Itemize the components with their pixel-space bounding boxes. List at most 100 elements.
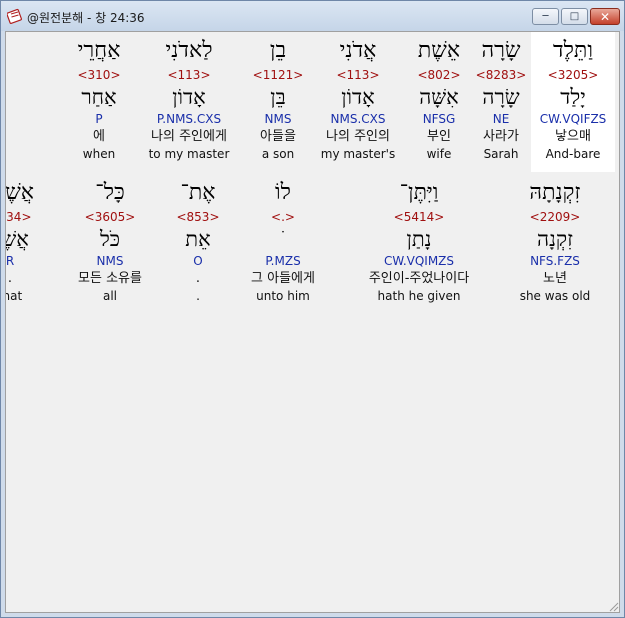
bible-book-icon bbox=[7, 8, 23, 24]
english-gloss: my master's bbox=[320, 147, 396, 161]
lemma-word: שָׂרָה bbox=[482, 85, 520, 109]
parse-code: P bbox=[95, 112, 103, 126]
lemma-word: אָדוֹן bbox=[172, 85, 206, 109]
hebrew-word: שָׂרָה bbox=[481, 38, 521, 63]
lemma-word: אָדוֹן bbox=[341, 85, 375, 109]
english-gloss: And-bare bbox=[545, 147, 601, 161]
parse-code: NMS bbox=[96, 254, 124, 268]
korean-gloss: 그 아들에게 bbox=[251, 271, 315, 286]
hebrew-word: וַתֵּלֶד bbox=[553, 38, 593, 63]
minimize-button[interactable]: ─ bbox=[532, 8, 559, 25]
strong-number: <113> bbox=[336, 68, 380, 82]
word-column[interactable]: לַאדֹנִי <113> אָדוֹן P.NMS.CXS 나의 주인에게 to my… bbox=[131, 32, 247, 172]
korean-gloss: 사라가 bbox=[483, 129, 519, 144]
hebrew-word: לַאדֹנִי bbox=[165, 38, 213, 63]
lemma-word: אַחַר bbox=[81, 85, 117, 109]
word-column[interactable]: וַתֵּלֶד <3205> יָלַד CW.VQIFZS 낳으매 And-bare bbox=[531, 32, 615, 172]
strong-number: <3205> bbox=[547, 68, 599, 82]
english-gloss: unto him bbox=[256, 289, 310, 303]
strong-number: <3605> bbox=[84, 210, 136, 224]
hebrew-word: אֵשֶׁת bbox=[417, 38, 461, 63]
word-column[interactable]: כָּל־ <3605> כֹּל NMS 모든 소유를 all bbox=[47, 174, 173, 314]
korean-gloss: 노년 bbox=[543, 271, 567, 286]
title-bar[interactable]: @원전분해 - 창 24:36 ─ □ ✕ bbox=[1, 1, 624, 31]
strong-number: <5414> bbox=[393, 210, 445, 224]
word-column[interactable]: זִקְנָתָהּ <2209> זִקְנָה NFS.FZS 노년 she was … bbox=[495, 174, 615, 314]
korean-gloss: 부인 bbox=[427, 129, 451, 144]
korean-gloss: 모든 소유를 bbox=[78, 271, 142, 286]
window-controls: ─ □ ✕ bbox=[532, 8, 620, 25]
english-gloss: when bbox=[82, 147, 116, 161]
korean-gloss: 나의 주인에게 bbox=[151, 129, 227, 144]
word-column[interactable]: לוֹ<.>ׁP.MZS그 아들에게unto him bbox=[223, 174, 343, 314]
parse-code: O bbox=[193, 254, 203, 268]
word-column[interactable]: אֲדֹנִי <113> אָדוֹן NMS.CXS 나의 주인의 my master… bbox=[309, 32, 407, 172]
lemma-word: אִשָּׁה bbox=[419, 85, 459, 109]
window-title: @원전분해 - 창 24:36 bbox=[27, 11, 145, 25]
korean-gloss: 에 bbox=[93, 129, 105, 144]
parse-code: P.NMS.CXS bbox=[156, 112, 222, 126]
korean-gloss: 아들을 bbox=[260, 129, 296, 144]
english-gloss: all bbox=[102, 289, 118, 303]
english-gloss: hath he given bbox=[377, 289, 461, 303]
parse-code: NFS.FZS bbox=[530, 254, 580, 268]
english-gloss: to my master bbox=[148, 147, 230, 161]
lemma-word: כֹּל bbox=[99, 227, 121, 251]
parse-code: R bbox=[5, 254, 15, 268]
maximize-button[interactable]: □ bbox=[561, 8, 588, 25]
english-gloss: wife bbox=[426, 147, 452, 161]
analysis-panel[interactable]: וַתֵּלֶד <3205> יָלַד CW.VQIFZS 낳으매 And-bare ש… bbox=[5, 31, 620, 613]
korean-gloss: 주인이-주었나이다 bbox=[368, 271, 470, 286]
parse-code: CW.VQIMZS bbox=[383, 254, 455, 268]
word-column[interactable]: אֶת־ <853> אֵת O.. bbox=[173, 174, 223, 314]
korean-gloss: . bbox=[195, 271, 201, 286]
close-button[interactable]: ✕ bbox=[590, 8, 620, 25]
close-icon: ✕ bbox=[599, 9, 611, 24]
parse-code: NFSG bbox=[422, 112, 456, 126]
word-column[interactable]: אֲשֶׁר־ <834> אֲשֶׁר R. that bbox=[5, 174, 47, 314]
lemma-word: בֵּן bbox=[270, 85, 286, 109]
korean-gloss: 낳으매 bbox=[555, 129, 591, 144]
minimize-icon: ─ bbox=[542, 11, 549, 22]
parse-code: NE bbox=[492, 112, 510, 126]
hebrew-word: לוֹ bbox=[275, 180, 291, 205]
english-gloss: she was old bbox=[519, 289, 591, 303]
korean-gloss: 나의 주인의 bbox=[326, 129, 390, 144]
word-column[interactable]: שָׂרָה <8283> שָׂרָה NE 사라가 Sarah bbox=[471, 32, 531, 172]
strong-number: <853> bbox=[176, 210, 220, 224]
resize-grip-icon[interactable] bbox=[607, 600, 619, 612]
lemma-word: אֵת bbox=[185, 227, 211, 251]
hebrew-word: אֲשֶׁר־ bbox=[5, 180, 34, 205]
parse-code: NMS bbox=[264, 112, 292, 126]
main-window: @원전분해 - 창 24:36 ─ □ ✕ וַתֵּלֶד <3205> יָלַ… bbox=[0, 0, 625, 618]
hebrew-word: וַיִּתֶּן־ bbox=[399, 180, 439, 205]
word-column[interactable]: בֵן <1121> בֵּן NMS 아들을 a son bbox=[247, 32, 309, 172]
lemma-word: זִקְנָה bbox=[536, 227, 573, 251]
lemma-word: יָלַד bbox=[560, 85, 586, 109]
hebrew-word: אֶת־ bbox=[180, 180, 216, 205]
hebrew-word: אֲדֹנִי bbox=[339, 38, 377, 63]
strong-number: <2209> bbox=[529, 210, 581, 224]
strong-number: <1121> bbox=[252, 68, 304, 82]
hebrew-word: אַחֲרֵי bbox=[77, 38, 121, 63]
word-column[interactable]: אֵשֶׁת <802> אִשָּׁה NFSG 부인 wife bbox=[407, 32, 471, 172]
strong-number: <8283> bbox=[475, 68, 527, 82]
strong-number: <834> bbox=[6, 210, 32, 224]
english-gloss: a son bbox=[261, 147, 295, 161]
english-gloss: Sarah bbox=[483, 147, 519, 161]
verse-row-1: וַתֵּלֶד <3205> יָלַד CW.VQIFZS 낳으매 And-bare ש… bbox=[67, 32, 615, 172]
parse-code: CW.VQIFZS bbox=[539, 112, 607, 126]
korean-gloss: . bbox=[7, 271, 13, 286]
strong-number: <310> bbox=[77, 68, 121, 82]
hebrew-word: זִקְנָתָהּ bbox=[529, 180, 581, 205]
english-gloss: . bbox=[196, 289, 200, 303]
word-column[interactable]: וַיִּתֶּן־ <5414> נָתַן CW.VQIMZS 주인이-주었나이다 h… bbox=[343, 174, 495, 314]
hebrew-word: בֵן bbox=[269, 38, 287, 63]
word-column[interactable]: אַחֲרֵי <310> אַחַר P 에 when bbox=[67, 32, 131, 172]
maximize-icon: □ bbox=[569, 11, 580, 22]
lemma-word: נָתַן bbox=[406, 227, 432, 251]
hebrew-word: כָּל־ bbox=[95, 180, 125, 205]
verse-row-2: זִקְנָתָהּ <2209> זִקְנָה NFS.FZS 노년 she was … bbox=[5, 174, 615, 314]
lemma-word: אֲשֶׁר bbox=[6, 227, 29, 251]
strong-number: <.> bbox=[271, 210, 295, 224]
